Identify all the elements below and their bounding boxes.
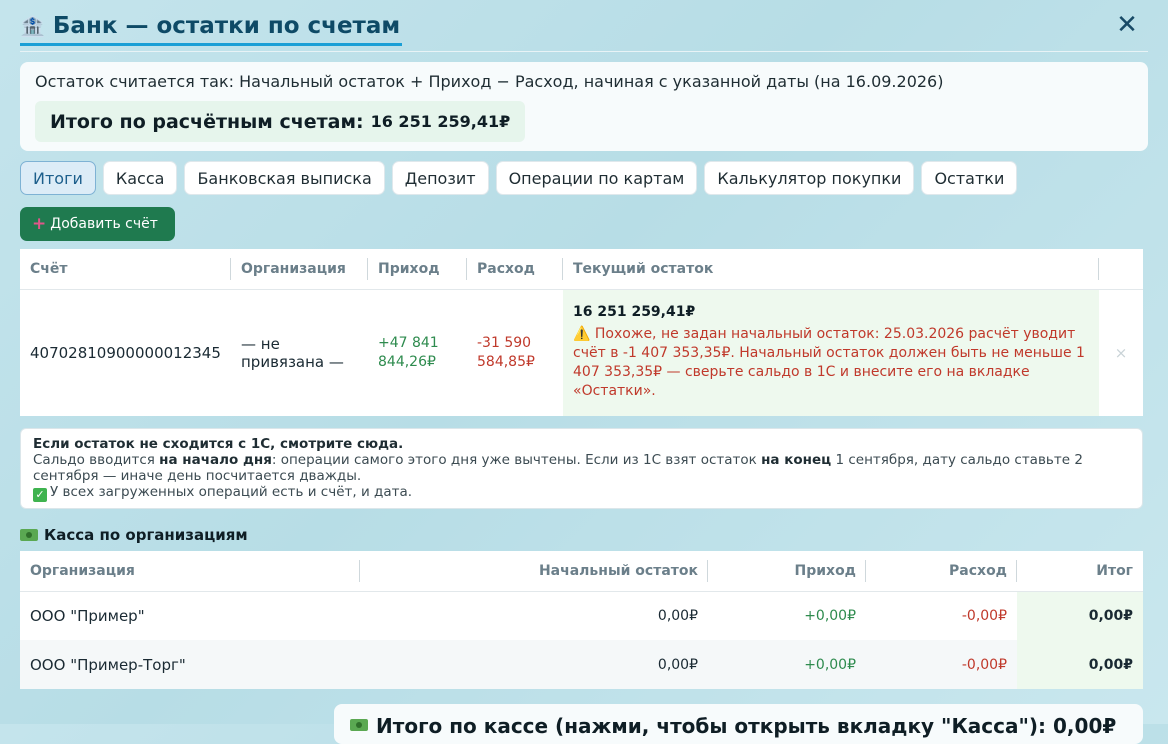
cash-section-title: Касса по организациям [20,526,248,544]
close-button[interactable]: ✕ [1112,10,1142,40]
note-title: Если остаток не сходится с 1С, смотрите … [33,436,404,452]
cash-col-organization: Организация [20,551,360,592]
cash-expense: -0,00₽ [866,640,1017,689]
cash-col-expense: Расход [866,551,1017,592]
account-balance-value: 16 251 259,41₽ [573,304,696,321]
cash-total-link-text: Итого по кассе (нажми, чтобы открыть вкл… [376,714,1117,738]
cash-total-link[interactable]: Итого по кассе (нажми, чтобы открыть вкл… [334,704,1143,744]
reconciliation-note: Если остаток не сходится с 1С, смотрите … [20,428,1143,509]
account-organization: — не привязана — [241,334,344,371]
tab-card-operations[interactable]: Операции по картам [495,161,698,195]
col-current-balance: Текущий остаток [563,249,1099,290]
delete-account-button[interactable]: × [1099,289,1143,416]
account-expense-line1: -31 590 [477,334,532,351]
tab-bar: Итоги Касса Банковская выписка Депозит О… [20,161,1018,195]
account-income-line1: +47 841 [378,334,439,351]
cash-start: 0,00₽ [657,607,698,624]
account-income: +47 841 844,26₽ [368,289,467,416]
summary-panel: Остаток считается так: Начальный остаток… [20,62,1148,151]
plus-icon: + [32,214,47,234]
accounts-table: Счёт Организация Приход Расход Текущий о… [20,249,1143,416]
tab-purchase-calculator[interactable]: Калькулятор покупки [704,161,915,195]
page-title: 🏦 Банк — остатки по счетам [20,8,403,46]
account-expense-line2: 584,85₽ [477,353,535,370]
cash-header-row: Организация Начальный остаток Приход Рас… [20,551,1143,592]
delete-icon: × [1114,343,1128,362]
note-check-text: У всех загруженных операций есть и счёт,… [50,484,413,500]
page-title-text: Банк — остатки по счетам [52,12,401,39]
cash-org: ООО "Пример" [30,606,145,625]
balance-formula-text: Остаток считается так: Начальный остаток… [35,72,944,91]
tab-totals[interactable]: Итоги [20,161,96,195]
cash-total: 0,00₽ [1017,591,1143,640]
account-balance-cell: 16 251 259,41₽ ⚠️ Похоже, не задан начал… [563,289,1099,416]
total-accounts-value: 16 251 259,41₽ [370,112,511,131]
tab-cash[interactable]: Касса [102,161,178,195]
accounts-header-row: Счёт Организация Приход Расход Текущий о… [20,249,1143,290]
note-bold-2: на конец [761,452,832,468]
cash-income: +0,00₽ [804,607,856,624]
page-header: 🏦 Банк — остатки по счетам ✕ [20,6,1148,52]
money-icon [350,719,368,731]
tab-balances[interactable]: Остатки [921,161,1018,195]
tab-deposit[interactable]: Депозит [391,161,489,195]
cash-total: 0,00₽ [1017,640,1143,689]
col-actions [1099,249,1143,290]
cash-org: ООО "Пример-Торг" [20,640,360,689]
close-icon: ✕ [1116,10,1138,40]
col-expense: Расход [467,249,563,290]
note-text-1: Сальдо вводится [33,452,160,468]
note-bold-1: на начало дня [159,452,272,468]
money-icon [20,529,38,541]
add-account-label: Добавить счёт [50,216,158,232]
table-row: ООО "Пример-Торг" 0,00₽ +0,00₽ -0,00₽ 0,… [20,640,1143,689]
account-number: 40702810900000012345 [30,343,221,362]
account-expense: -31 590 584,85₽ [467,289,563,416]
total-accounts-box: Итого по расчётным счетам: 16 251 259,41… [35,101,526,142]
add-account-button[interactable]: + Добавить счёт [20,207,175,241]
bank-icon: 🏦 [20,13,45,38]
note-text-2: : операции самого этого дня уже вычтены.… [271,452,762,468]
cash-col-start-balance: Начальный остаток [360,551,708,592]
col-account: Счёт [20,249,231,290]
account-income-line2: 844,26₽ [378,353,436,370]
table-row: 40702810900000012345 — не привязана — +4… [20,289,1143,416]
check-icon: ✓ [33,488,47,502]
cash-expense: -0,00₽ [961,607,1007,624]
col-income: Приход [368,249,467,290]
col-organization: Организация [231,249,368,290]
cash-section-title-text: Касса по организациям [44,526,248,544]
cash-col-total: Итог [1017,551,1143,592]
cash-table: Организация Начальный остаток Приход Рас… [20,551,1143,689]
table-row: ООО "Пример" 0,00₽ +0,00₽ -0,00₽ 0,00₽ [20,591,1143,640]
cash-start: 0,00₽ [360,640,708,689]
cash-income: +0,00₽ [708,640,866,689]
tab-bank-statement[interactable]: Банковская выписка [184,161,385,195]
balance-warning: ⚠️ Похоже, не задан начальный остаток: 2… [573,326,1085,400]
note-check-line: ✓ У всех загруженных операций есть и счёт… [33,484,1130,502]
total-accounts-label: Итого по расчётным счетам: [50,110,364,133]
note-body: Сальдо вводится на начало дня: операции … [33,452,1130,484]
cash-col-income: Приход [708,551,866,592]
